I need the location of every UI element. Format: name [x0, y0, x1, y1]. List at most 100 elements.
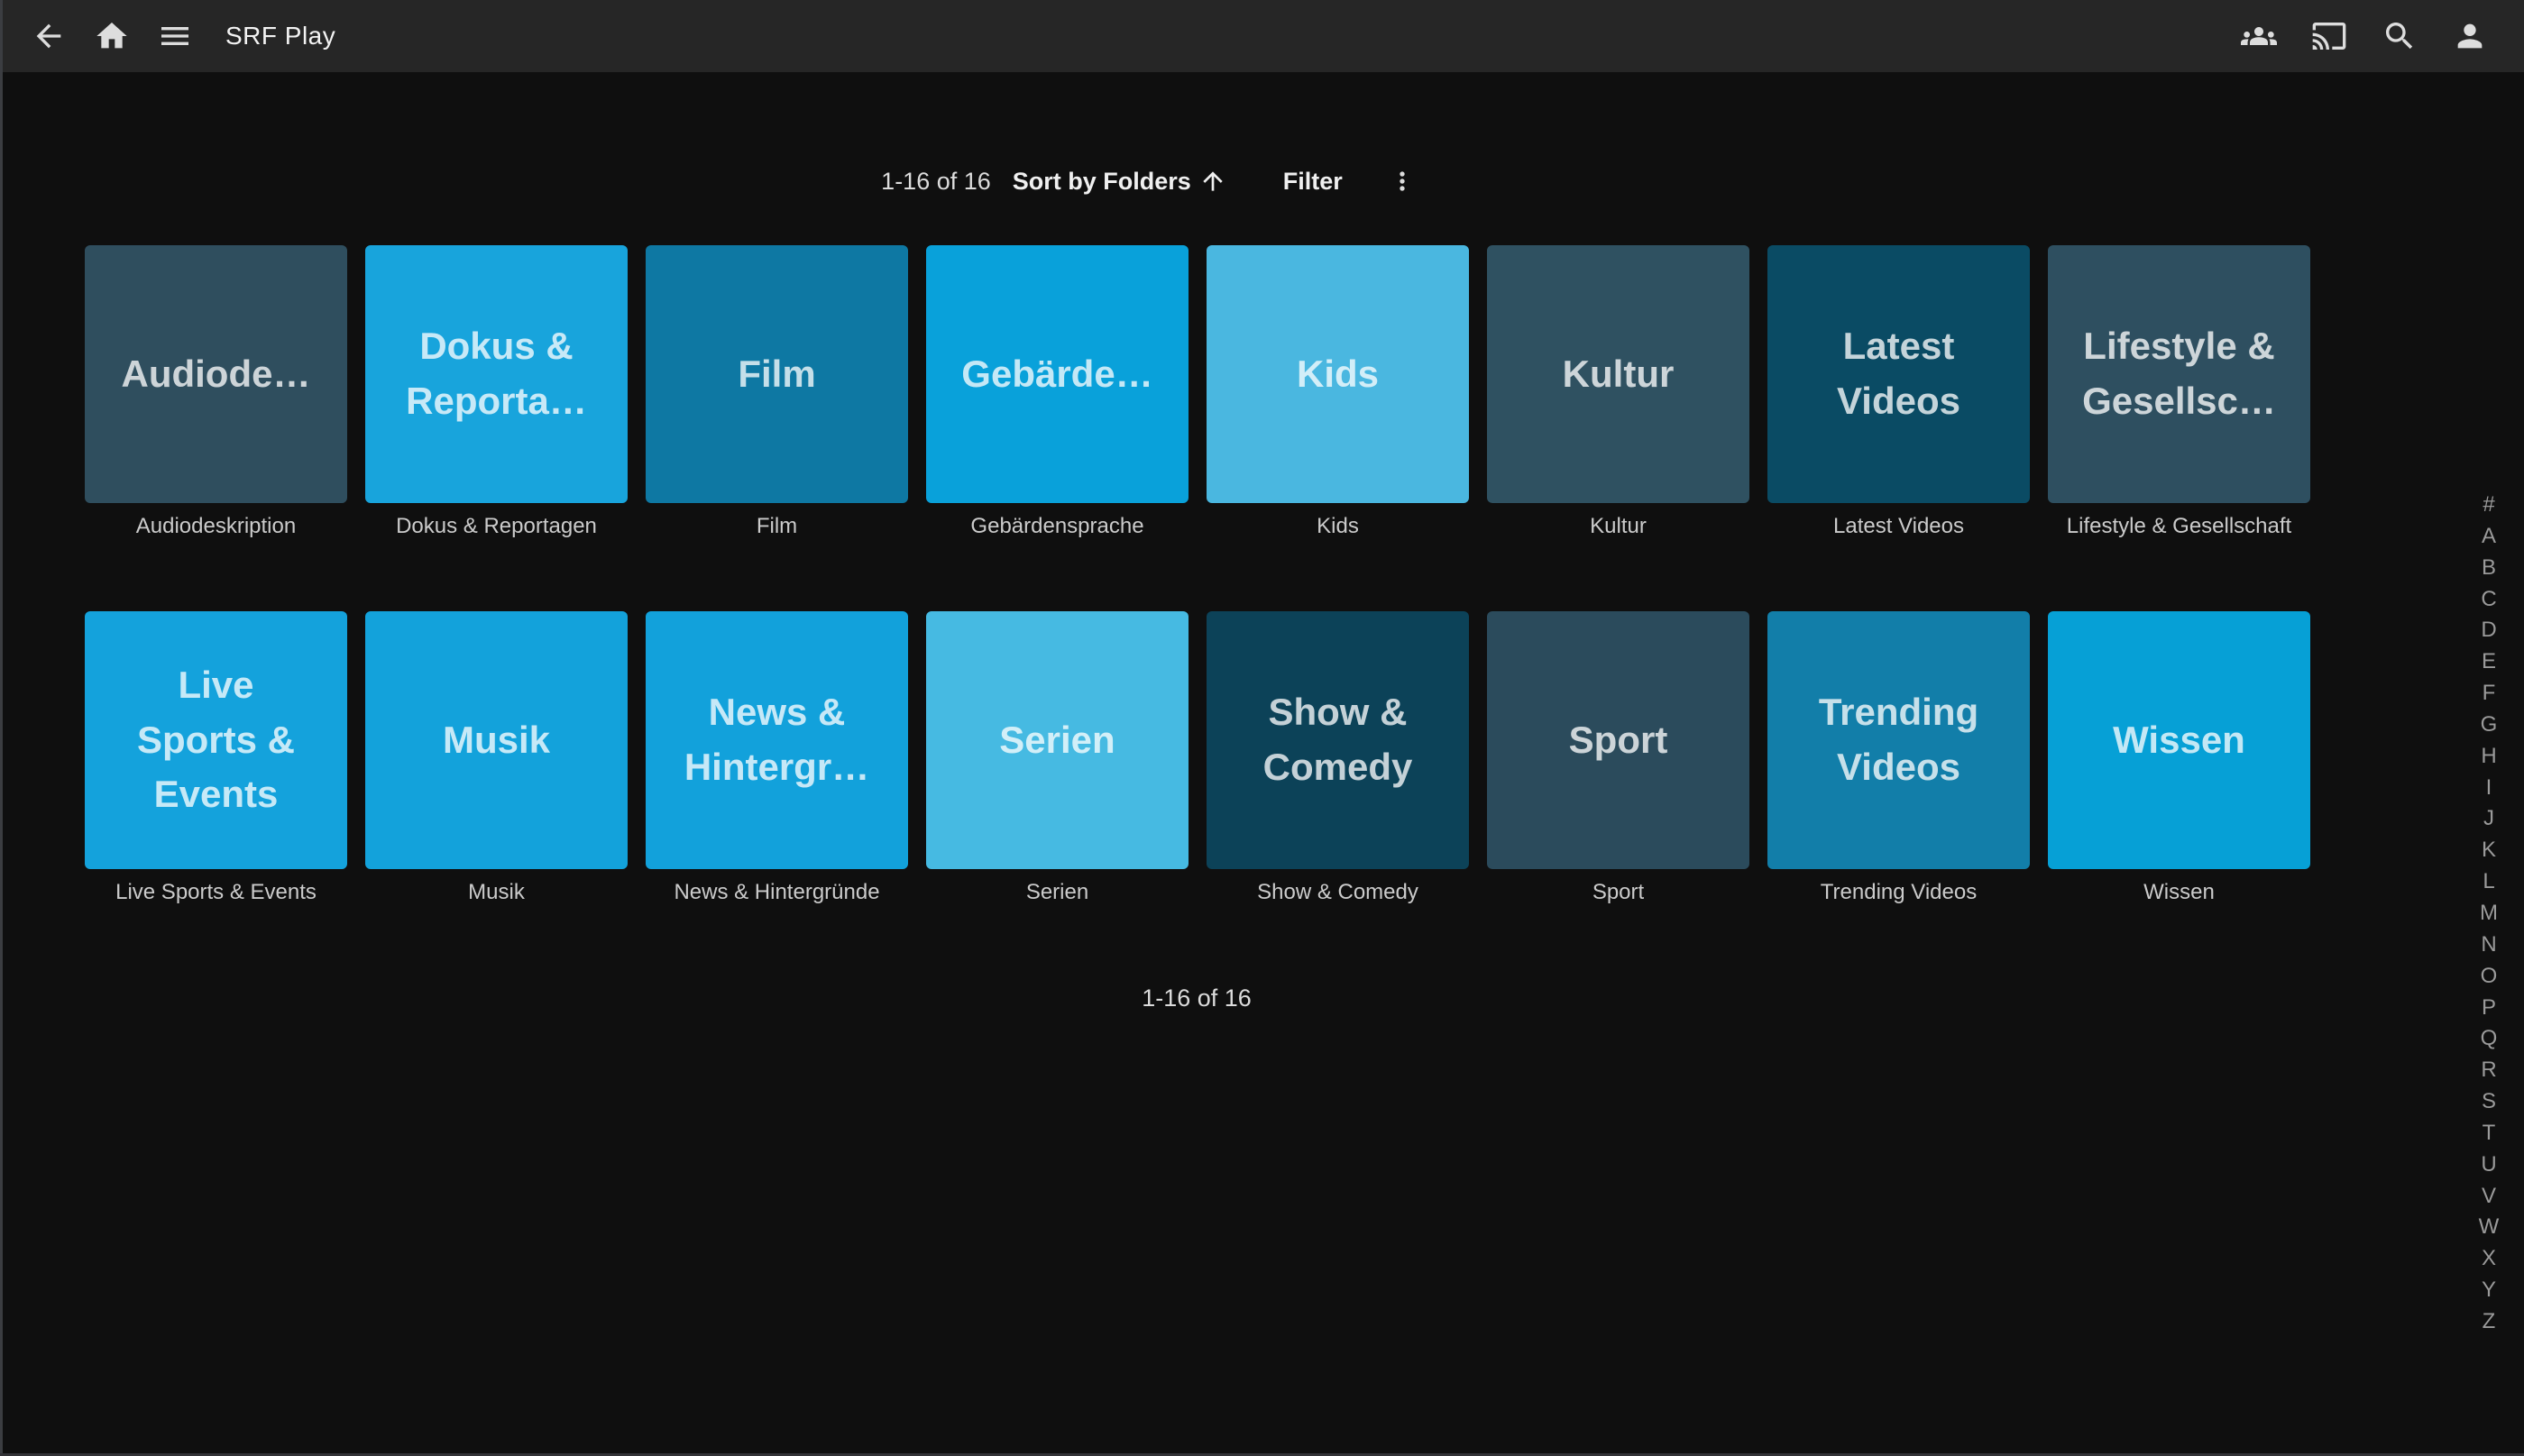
folder-grid: Audiode…AudiodeskriptionDokus &Reporta…D… [85, 245, 2308, 905]
grid-cell: Dokus &Reporta… Dokus & Reportagen [365, 245, 628, 539]
alpha-letter[interactable]: U [2481, 1154, 2496, 1176]
folder-card-text: Audiode… [122, 347, 311, 402]
search-button[interactable] [2378, 14, 2421, 58]
folder-card[interactable]: LiveSports &Events [85, 611, 347, 869]
folder-card[interactable]: Serien [926, 611, 1189, 869]
folder-caption: News & Hintergründe [646, 880, 908, 905]
sort-button[interactable]: Sort by Folders [1004, 161, 1236, 201]
left-edge-line [0, 0, 3, 1456]
folder-card-text: Kids [1297, 347, 1379, 402]
folder-caption: Live Sports & Events [85, 880, 347, 905]
grid-cell: News &Hintergr… News & Hintergründe [646, 611, 908, 905]
alpha-letter[interactable]: F [2483, 682, 2496, 704]
arrow-back-icon [31, 18, 67, 54]
folder-card[interactable]: Audiode… [85, 245, 347, 503]
folder-caption: Dokus & Reportagen [365, 514, 628, 539]
folder-card[interactable]: LatestVideos [1767, 245, 2030, 503]
home-button[interactable] [90, 14, 133, 58]
folder-card[interactable]: Musik [365, 611, 628, 869]
alpha-letter[interactable]: P [2482, 997, 2496, 1019]
alpha-letter[interactable]: L [2483, 871, 2494, 893]
user-button[interactable] [2448, 14, 2492, 58]
grid-cell: LiveSports &Events Live Sports & Events [85, 611, 347, 905]
folder-caption: Trending Videos [1767, 880, 2030, 905]
grid-cell: KulturKultur [1487, 245, 1749, 539]
folder-card[interactable]: Kultur [1487, 245, 1749, 503]
kebab-menu-icon [1388, 167, 1417, 196]
alpha-letter[interactable]: G [2481, 714, 2498, 736]
cast-button[interactable] [2308, 14, 2351, 58]
folder-card[interactable]: TrendingVideos [1767, 611, 2030, 869]
alpha-letter[interactable]: J [2483, 808, 2494, 829]
folder-card-text: Gebärde… [961, 347, 1152, 402]
alphabet-picker: # ABCDEFGHIJKLMNOPQRSTUVWXYZ [2472, 494, 2506, 1332]
folder-card[interactable]: Lifestyle &Gesellsc… [2048, 245, 2310, 503]
folder-card[interactable]: Film [646, 245, 908, 503]
folder-caption: Sport [1487, 880, 1749, 905]
folder-card[interactable]: Gebärde… [926, 245, 1189, 503]
alpha-letter[interactable]: A [2482, 526, 2496, 547]
hamburger-menu-icon [157, 18, 193, 54]
alpha-letter[interactable]: S [2482, 1091, 2496, 1113]
folder-caption: Show & Comedy [1207, 880, 1469, 905]
items-count: 1-16 of 16 [881, 168, 991, 196]
alpha-letter[interactable]: N [2481, 934, 2496, 956]
grid-cell: Gebärde…Gebärdensprache [926, 245, 1189, 539]
folder-card-text: Serien [999, 713, 1115, 768]
grid-cell: SerienSerien [926, 611, 1189, 905]
folder-card[interactable]: Show &Comedy [1207, 611, 1469, 869]
toolbar-right-group [2210, 14, 2492, 58]
alpha-letter[interactable]: Q [2481, 1028, 2498, 1049]
alpha-letter[interactable]: V [2482, 1186, 2496, 1207]
filter-button[interactable]: Filter [1274, 162, 1352, 201]
grid-cell: Sport Sport [1487, 611, 1749, 905]
alpha-letter[interactable]: O [2481, 966, 2498, 987]
folder-card-text: Kultur [1563, 347, 1675, 402]
cast-icon [2311, 18, 2347, 54]
alpha-letter[interactable]: Y [2482, 1279, 2496, 1301]
alpha-letter[interactable]: H [2481, 746, 2496, 767]
alpha-letter[interactable]: T [2483, 1122, 2496, 1144]
more-menu-button[interactable] [1382, 161, 1422, 201]
alpha-letter[interactable]: R [2481, 1059, 2496, 1081]
alpha-letter[interactable]: E [2482, 651, 2496, 673]
grid-cell: Audiode… Audiodeskription [85, 245, 347, 539]
folder-card[interactable]: Kids [1207, 245, 1469, 503]
grid-cell: Musik Musik [365, 611, 628, 905]
folder-card-text: LatestVideos [1837, 319, 1960, 429]
person-icon [2452, 18, 2488, 54]
grid-cell: WissenWissen [2048, 611, 2310, 905]
alpha-letter[interactable]: I [2486, 777, 2492, 799]
alpha-letter[interactable]: # [2483, 494, 2494, 516]
alpha-letter[interactable]: W [2479, 1216, 2500, 1238]
folder-card-text: LiveSports &Events [137, 658, 295, 823]
search-icon [2382, 18, 2418, 54]
folder-card[interactable]: Sport [1487, 611, 1749, 869]
alpha-letter[interactable]: D [2481, 619, 2496, 641]
back-button[interactable] [27, 14, 70, 58]
folder-caption: Audiodeskription [85, 514, 347, 539]
grid-cell: TrendingVideos Trending Videos [1767, 611, 2030, 905]
folder-card-text: Wissen [2113, 713, 2245, 768]
grid-cell: Film Film [646, 245, 908, 539]
folder-card[interactable]: News &Hintergr… [646, 611, 908, 869]
items-count-footer: 1-16 of 16 [85, 984, 2308, 1012]
folder-caption: Film [646, 514, 908, 539]
alpha-letter[interactable]: K [2482, 839, 2496, 861]
folder-card-text: Sport [1569, 713, 1668, 768]
folder-card[interactable]: Dokus &Reporta… [365, 245, 628, 503]
grid-cell: Show &Comedy Show & Comedy [1207, 611, 1469, 905]
menu-button[interactable] [153, 14, 197, 58]
alpha-letter[interactable]: Z [2483, 1311, 2496, 1332]
folder-card-text: News &Hintergr… [684, 685, 869, 795]
syncplay-button[interactable] [2237, 14, 2281, 58]
alpha-letter[interactable]: B [2482, 557, 2496, 579]
grid-cell: LatestVideosLatest Videos [1767, 245, 2030, 539]
folder-caption: Musik [365, 880, 628, 905]
alpha-letter[interactable]: C [2481, 589, 2496, 610]
folder-card[interactable]: Wissen [2048, 611, 2310, 869]
grid-cell: Lifestyle &Gesellsc…Lifestyle & Gesellsc… [2048, 245, 2310, 539]
folder-card-text: Film [738, 347, 815, 402]
alpha-letter[interactable]: M [2480, 902, 2498, 924]
alpha-letter[interactable]: X [2482, 1248, 2496, 1269]
